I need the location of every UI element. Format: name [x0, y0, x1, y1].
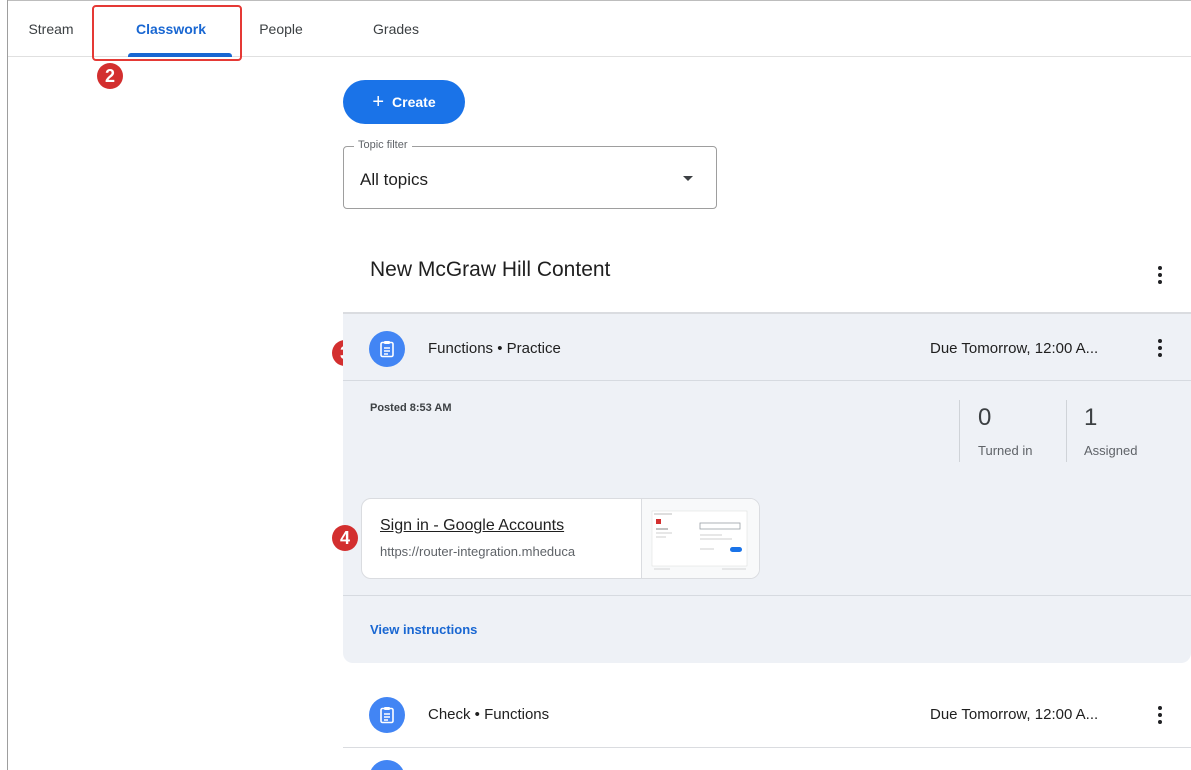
attachment-thumbnail	[641, 499, 759, 578]
window-left-border	[7, 0, 8, 770]
create-button-label: Create	[392, 94, 436, 110]
attachment-url: https://router-integration.mheduca	[380, 544, 576, 559]
assignment-row[interactable]: Check • Functions Due Tomorrow, 12:00 A.…	[343, 685, 1191, 747]
dropdown-arrow-icon	[683, 176, 693, 181]
card-divider	[343, 380, 1191, 381]
assigned-count[interactable]: 1	[1084, 404, 1097, 432]
stat-divider	[959, 400, 960, 462]
topic-filter-value: All topics	[360, 170, 429, 189]
assignment-due-date: Due Tomorrow, 12:00 A...	[930, 340, 1099, 357]
create-button[interactable]: + Create	[343, 80, 465, 124]
step-callout-2: 2	[97, 63, 123, 89]
link-attachment[interactable]: Sign in - Google Accounts https://router…	[361, 498, 760, 579]
tab-stream[interactable]: Stream	[22, 1, 80, 56]
assigned-label: Assigned	[1084, 443, 1138, 458]
posted-time: Posted 8:53 AM	[370, 402, 452, 414]
classwork-highlight-box	[92, 5, 242, 61]
topic-filter-select[interactable]: Topic filter All topics	[343, 139, 717, 209]
assignment-icon	[369, 760, 405, 770]
assignment-more-options-icon[interactable]	[1148, 703, 1172, 727]
assignment-due-date: Due Tomorrow, 12:00 A...	[930, 706, 1099, 723]
tab-grades[interactable]: Grades	[360, 1, 432, 56]
assignment-icon	[369, 331, 405, 367]
assignment-more-options-icon[interactable]	[1148, 336, 1172, 360]
plus-icon: +	[372, 91, 385, 113]
assignment-card-expanded: Functions • Practice Due Tomorrow, 12:00…	[343, 314, 1191, 663]
topic-filter-label: Topic filter	[354, 139, 412, 151]
section-more-options-icon[interactable]	[1148, 263, 1172, 287]
stat-divider	[1066, 400, 1067, 462]
turned-in-count[interactable]: 0	[978, 404, 991, 432]
assignment-header[interactable]: Functions • Practice Due Tomorrow, 12:00…	[343, 314, 1191, 380]
attachment-title: Sign in - Google Accounts	[380, 517, 565, 534]
step-callout-4: 4	[332, 525, 358, 551]
topic-section-title: New McGraw Hill Content	[370, 258, 611, 281]
assignment-title: Functions • Practice	[428, 340, 561, 357]
card-divider	[343, 595, 1191, 596]
assignment-icon	[369, 697, 405, 733]
tab-people[interactable]: People	[251, 1, 311, 56]
turned-in-label: Turned in	[978, 443, 1033, 458]
assignment-title: Check • Functions	[428, 706, 550, 723]
view-instructions-link[interactable]: View instructions	[370, 622, 477, 637]
row-divider	[343, 747, 1191, 748]
